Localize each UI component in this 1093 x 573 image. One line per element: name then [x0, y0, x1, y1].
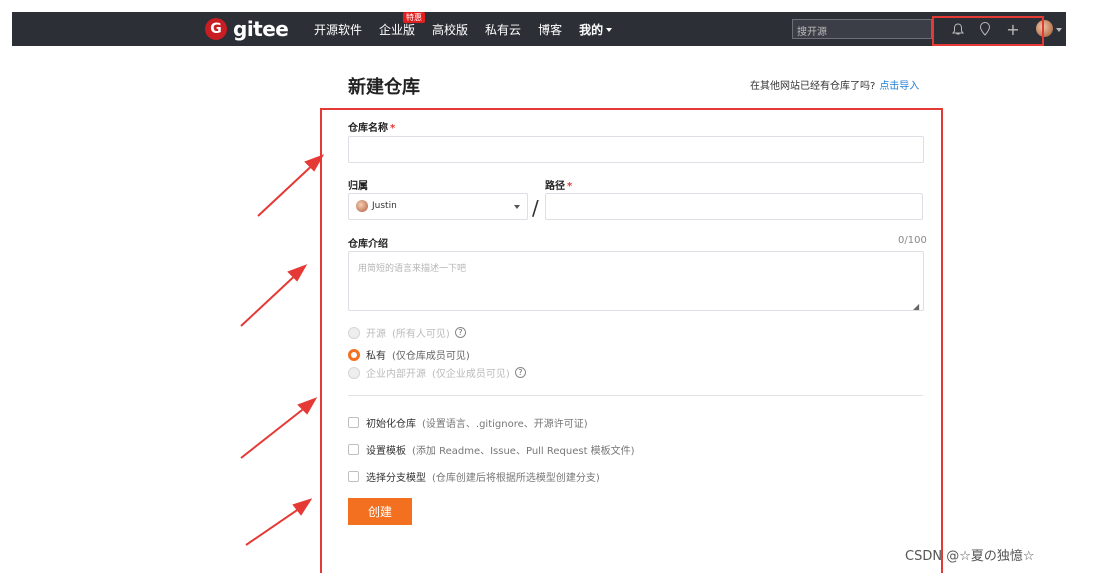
arrow-line — [240, 269, 302, 327]
csdn-watermark: CSDN @☆夏の独憶☆ — [905, 549, 1035, 564]
arrowhead-icon — [292, 498, 313, 516]
arrow-line — [257, 159, 319, 217]
annotation-arrows — [240, 154, 325, 546]
arrow-line — [240, 402, 312, 459]
